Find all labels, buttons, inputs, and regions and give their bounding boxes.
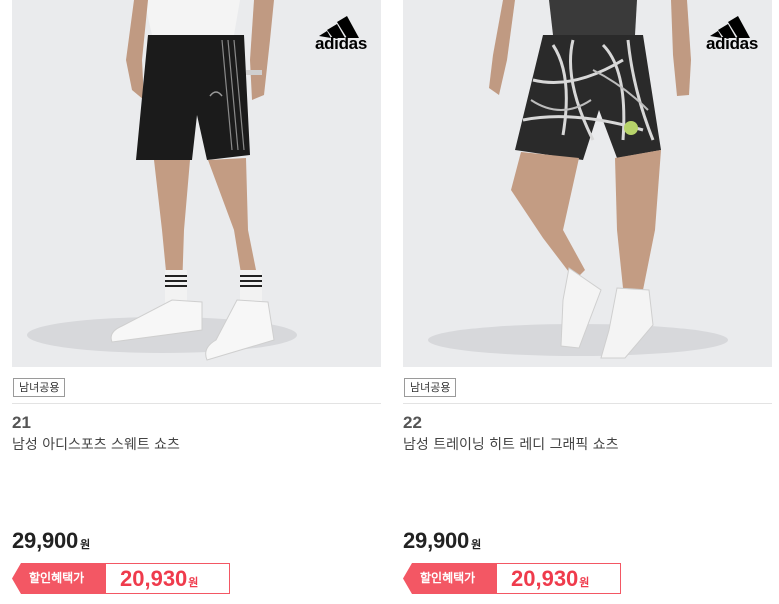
discount-price: 20,930원 (497, 563, 621, 594)
product-price: 29,900 원 (403, 528, 481, 554)
discount-price-value: 20,930 (120, 566, 188, 591)
adidas-logo: adidas (297, 8, 367, 54)
product-card[interactable]: adidas 남녀공용 21 남성 아디스포츠 스웨트 쇼츠 29,900 원 할… (12, 0, 382, 604)
shorts-photo-black (27, 0, 297, 361)
divider (12, 403, 381, 404)
discount-price: 20,930원 (106, 563, 230, 594)
discount-price-unit: 원 (188, 576, 199, 589)
product-image[interactable]: adidas (403, 0, 772, 367)
unisex-badge: 남녀공용 (404, 378, 457, 397)
adidas-logo: adidas (688, 8, 758, 54)
shorts-photo-print (428, 0, 728, 359)
product-rank: 21 (12, 413, 31, 432)
discount-price-value: 20,930 (511, 566, 579, 591)
product-image[interactable]: adidas (12, 0, 381, 367)
discount-price-unit: 원 (579, 576, 590, 589)
unisex-badge: 남녀공용 (13, 378, 66, 397)
price-unit: 원 (471, 538, 482, 551)
brand-name: adidas (705, 34, 758, 53)
discount-label: 할인혜택가 (12, 563, 106, 594)
price-value: 29,900 (403, 528, 470, 553)
product-title[interactable]: 남성 아디스포츠 스웨트 쇼츠 (12, 434, 381, 454)
product-card[interactable]: adidas 남녀공용 22 남성 트레이닝 히트 레디 그래픽 쇼츠 29,9… (403, 0, 773, 604)
product-rank: 22 (403, 413, 422, 432)
product-grid: adidas 남녀공용 21 남성 아디스포츠 스웨트 쇼츠 29,900 원 할… (0, 0, 779, 604)
discount-price-box[interactable]: 할인혜택가 20,930원 (403, 563, 621, 594)
discount-price-box[interactable]: 할인혜택가 20,930원 (12, 563, 230, 594)
price-value: 29,900 (12, 528, 79, 553)
product-title[interactable]: 남성 트레이닝 히트 레디 그래픽 쇼츠 (403, 434, 772, 454)
price-unit: 원 (80, 538, 91, 551)
divider (403, 403, 772, 404)
discount-label: 할인혜택가 (403, 563, 497, 594)
product-price: 29,900 원 (12, 528, 90, 554)
brand-name: adidas (314, 34, 367, 53)
